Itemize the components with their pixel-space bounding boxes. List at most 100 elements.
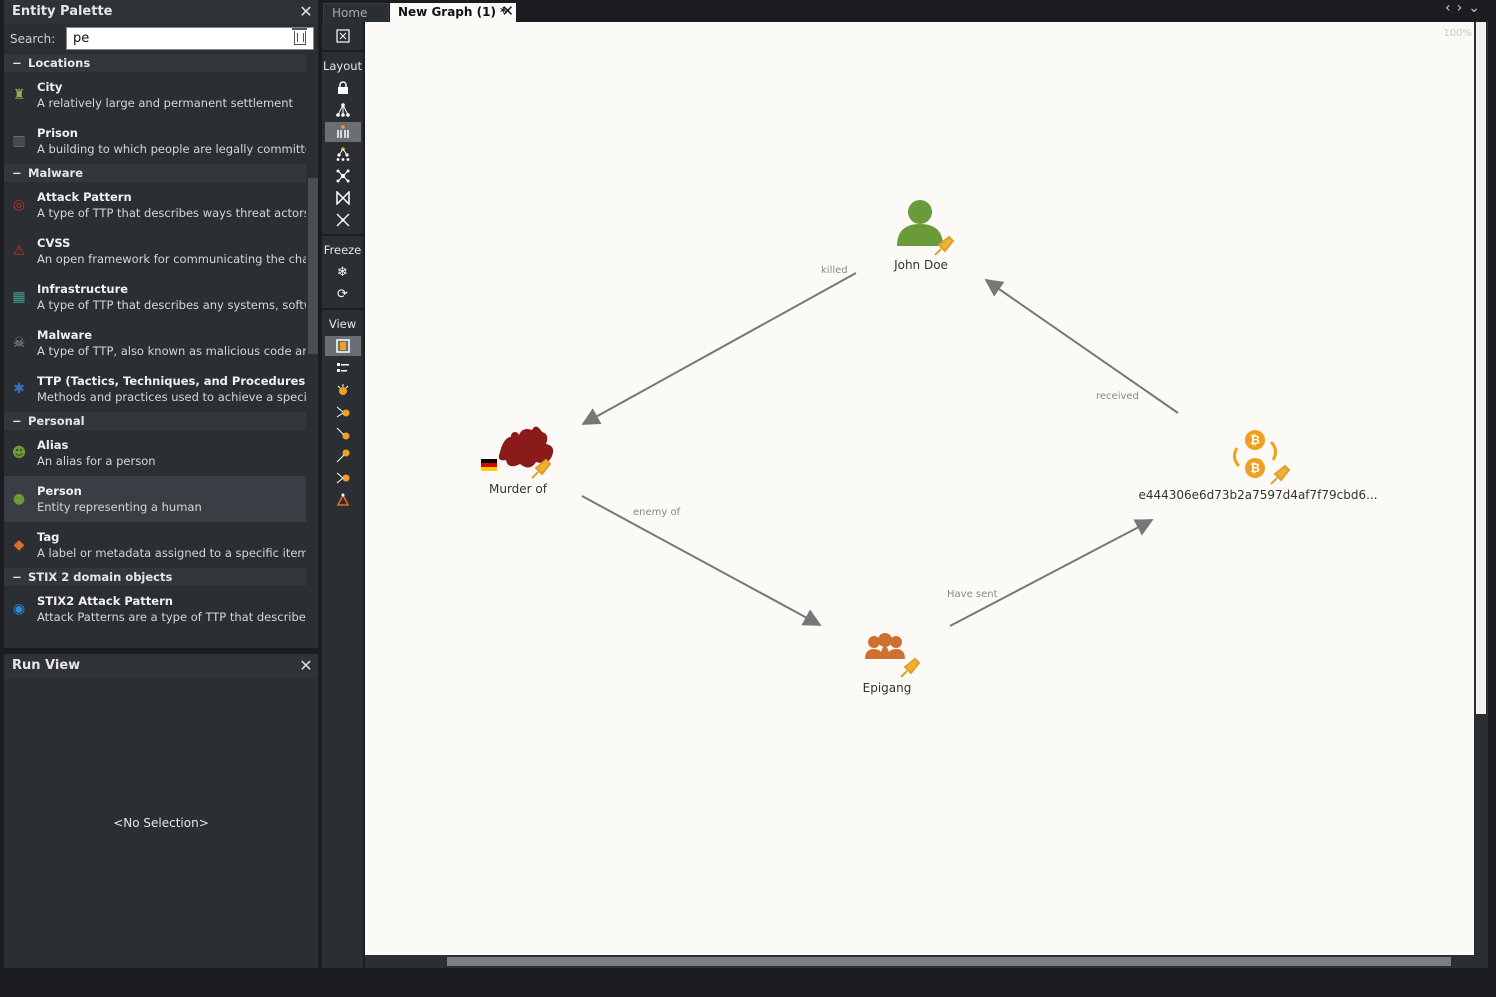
palette-item-name: STIX2 Attack Pattern [37, 594, 173, 608]
group-member-right [890, 636, 902, 648]
graph-toolbar: Layout Freeze ❄ ⟳ View [322, 22, 363, 968]
palette-item-alias[interactable]: ☻ Alias An alias for a person [4, 430, 306, 476]
layout-organic-button[interactable] [325, 166, 361, 186]
node-label-murder-of[interactable]: Murder of [489, 482, 547, 496]
palette-item-attack-pattern[interactable]: ◎ Attack Pattern A type of TTP that descri… [4, 182, 306, 228]
palette-item-infrastructure[interactable]: ▦ Infrastructure A type of TTP that descri… [4, 274, 306, 320]
layout-interactive-button[interactable] [325, 210, 361, 230]
palette-item-ttp-tactics-techniques-and-procedures-[interactable]: ✱ TTP (Tactics, Techniques, and Procedure… [4, 366, 306, 412]
close-tab-icon[interactable]: ✕ [501, 2, 514, 21]
view-incoming-button[interactable] [325, 402, 361, 422]
divider [322, 50, 363, 52]
palette-scrollbar[interactable] [308, 178, 318, 354]
layout-lock-button[interactable] [325, 78, 361, 98]
palette-item-city[interactable]: ♜ City A relatively large and permanent se… [4, 72, 306, 118]
node-bitcoin-address[interactable]: ₿ ₿ [1232, 430, 1291, 485]
pin-icon [900, 657, 921, 678]
vertical-scroll-thumb[interactable] [1476, 22, 1486, 714]
view-normal-icon [335, 339, 350, 353]
palette-item-name: Person [37, 484, 82, 498]
view-normal-button[interactable] [324, 336, 361, 356]
palette-item-name: TTP (Tactics, Techniques, and Procedures… [37, 374, 306, 388]
category-label: Malware [28, 166, 84, 180]
bowtie-icon [335, 191, 350, 205]
vertical-scrollbar[interactable] [1474, 22, 1488, 968]
palette-item-name: Attack Pattern [37, 190, 132, 204]
close-icon[interactable]: ✕ [298, 654, 314, 678]
fit-view-button[interactable] [325, 26, 361, 46]
edge-killed[interactable] [581, 272, 857, 425]
palette-item-name: Tag [37, 530, 60, 544]
node-label-john-doe[interactable]: John Doe [894, 258, 948, 272]
layout-block-button[interactable] [324, 122, 361, 142]
view-label: View [328, 317, 357, 331]
layout-hierarchical-button[interactable] [325, 100, 361, 120]
ranked-icon [337, 384, 348, 395]
tab-home[interactable]: Home [323, 3, 389, 22]
snowflake-icon: ❄ [337, 264, 348, 280]
close-icon[interactable]: ✕ [298, 0, 314, 24]
layout-tree-button[interactable] [325, 144, 361, 164]
node-epigang[interactable] [865, 633, 921, 678]
trash-icon[interactable] [292, 28, 307, 45]
collapse-icon[interactable]: − [12, 164, 22, 182]
group-bodies [865, 646, 905, 659]
view-entity-weighted-button[interactable] [325, 468, 361, 488]
tab-home-label: Home [332, 6, 368, 20]
collapse-icon[interactable]: − [12, 412, 22, 430]
chevron-left-icon[interactable]: ‹ [1445, 0, 1457, 16]
entity-weighted-icon [336, 472, 349, 484]
graph-canvas[interactable]: 100% ₿ ₿ John Doe Murder of Epigang e444… [365, 22, 1474, 955]
flag-de-bot [481, 467, 497, 471]
chevron-down-icon[interactable]: ⌄ [1468, 0, 1486, 16]
run-view-header: Run View ✕ [4, 654, 318, 678]
view-list-button[interactable] [325, 358, 361, 378]
palette-item-name: Alias [37, 438, 69, 452]
palette-item-cvss[interactable]: ⚠ CVSS An open framework for communicating… [4, 228, 306, 274]
view-outgoing-button[interactable] [325, 424, 361, 444]
group-member-left [868, 636, 880, 648]
node-john-doe[interactable] [897, 200, 955, 256]
refresh-button[interactable]: ⟳ [325, 284, 361, 304]
tab-new-graph[interactable]: New Graph (1) * ✕ [390, 2, 516, 22]
palette-item-malware[interactable]: ☠ Malware A type of TTP, also known as mal… [4, 320, 306, 366]
palette-category-personal[interactable]: − Personal [4, 412, 306, 430]
tab-bar: Home New Graph (1) * ✕ ‹›⌄ [322, 0, 1496, 22]
palette-item-description: A building to which people are legally c… [37, 142, 306, 156]
category-label: STIX 2 domain objects [28, 570, 173, 584]
palette-item-stix2-attack-pattern[interactable]: ◉ STIX2 Attack Pattern Attack Patterns are… [4, 586, 306, 632]
palette-item-description: Methods and practices used to achieve a … [37, 390, 306, 404]
node-label-bitcoin-address[interactable]: e444306e6d73b2a7597d4af7f79cbd6... [1138, 488, 1377, 502]
search-input[interactable] [66, 27, 314, 50]
edge-enemy-of[interactable] [581, 495, 822, 626]
node-murder-of[interactable] [481, 426, 554, 479]
palette-item-tag[interactable]: ◆ Tag A label or metadata assigned to a sp… [4, 522, 306, 568]
horizontal-scroll-thumb[interactable] [447, 957, 1451, 966]
alias-icon: ☻ [11, 445, 27, 461]
view-ranked-button[interactable] [325, 380, 361, 400]
layout-circular-button[interactable] [325, 188, 361, 208]
freeze-label: Freeze [323, 243, 362, 257]
horizontal-scrollbar[interactable] [365, 955, 1474, 968]
node-label-epigang[interactable]: Epigang [863, 681, 912, 695]
palette-category-locations[interactable]: − Locations [4, 54, 306, 72]
palette-item-person[interactable]: ● Person Entity representing a human [4, 476, 306, 522]
palette-item-description: Attack Patterns are a type of TTP that d… [37, 610, 306, 624]
chevron-right-icon[interactable]: › [1457, 0, 1469, 16]
edge-weighted-icon [336, 449, 349, 463]
palette-item-description: A type of TTP, also known as malicious c… [37, 344, 306, 358]
palette-category-stix-2-domain-objects[interactable]: − STIX 2 domain objects [4, 568, 306, 586]
view-tree-button[interactable] [325, 490, 361, 510]
palette-item-description: Entity representing a human [37, 500, 202, 514]
palette-category-malware[interactable]: − Malware [4, 164, 306, 182]
edge-have-sent[interactable] [949, 519, 1154, 627]
freeze-button[interactable]: ❄ [325, 262, 361, 282]
block-layout-icon [336, 125, 349, 138]
edge-received[interactable] [984, 278, 1179, 414]
palette-title: Entity Palette [12, 4, 113, 19]
view-edge-weighted-button[interactable] [325, 446, 361, 466]
collapse-icon[interactable]: − [12, 54, 22, 72]
collapse-icon[interactable]: − [12, 568, 22, 586]
palette-item-prison[interactable]: ▥ Prison A building to which people are le… [4, 118, 306, 164]
incoming-icon [336, 406, 349, 418]
